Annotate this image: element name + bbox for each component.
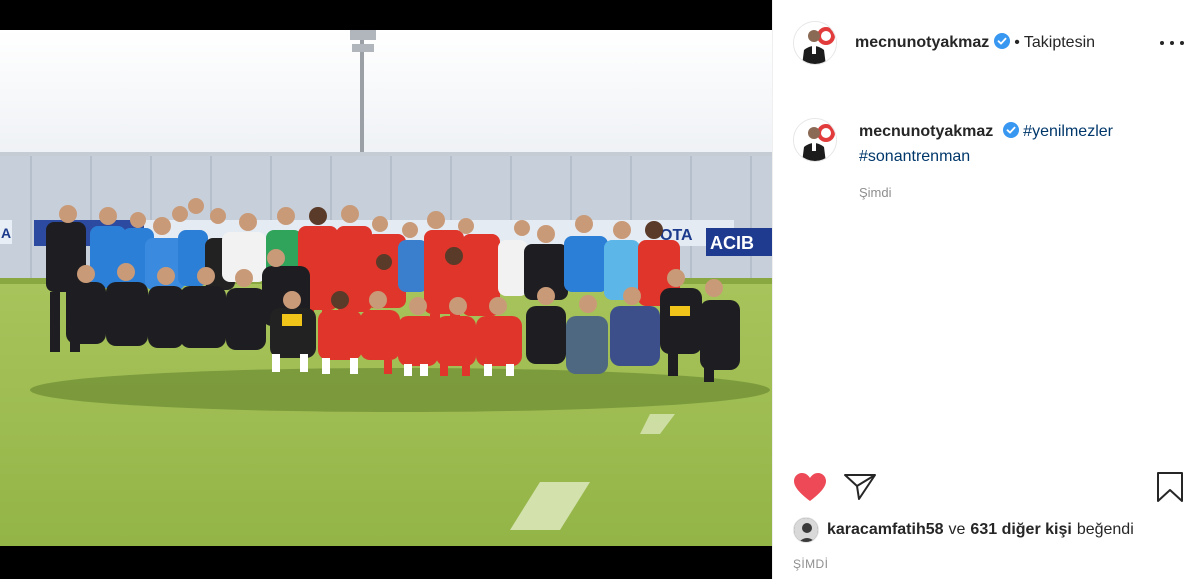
likes-summary: karacamfatih58 ve 631 diğer kişi beğendi — [793, 516, 1139, 544]
caption-timestamp: Şimdi — [859, 185, 892, 200]
separator-dot: • — [1014, 34, 1020, 51]
post-header: mecnunotyakmaz • Takiptesin — [773, 0, 1200, 86]
post-side-panel: mecnunotyakmaz • Takiptesin mecnunotyakm… — [772, 0, 1200, 579]
post-timestamp: ŞİMDİ — [793, 557, 829, 571]
post-photo[interactable]: A ΟΤΑ ACIB — [0, 30, 772, 546]
hashtag-link[interactable]: #yenilmezler — [1023, 123, 1113, 140]
liker-username[interactable]: karacamfatih58 — [827, 521, 944, 539]
avatar-image — [794, 119, 836, 161]
verified-badge-icon — [994, 32, 1011, 54]
likes-joiner: ve — [948, 521, 966, 538]
caption-text: mecnunotyakmaz #yenilmezler #sonantrenma… — [859, 120, 1113, 168]
bookmark-icon[interactable] — [1155, 471, 1185, 508]
post-caption: mecnunotyakmaz #yenilmezler #sonantrenma… — [793, 118, 1173, 168]
caption-author-avatar[interactable] — [793, 118, 837, 162]
banner-text-right: ACIB — [710, 233, 754, 253]
author-avatar[interactable] — [793, 21, 837, 65]
verified-badge-icon — [1002, 122, 1019, 145]
author-username[interactable]: mecnunotyakmaz — [855, 34, 989, 52]
team-photo-illustration: A ΟΤΑ ACIB — [0, 30, 772, 546]
liker-avatar[interactable] — [793, 517, 819, 543]
likes-count[interactable]: 631 diğer kişi — [970, 521, 1071, 539]
follow-status[interactable]: Takiptesin — [1024, 34, 1095, 52]
caption-username[interactable]: mecnunotyakmaz — [859, 123, 993, 140]
heart-icon[interactable] — [793, 472, 827, 507]
paper-plane-icon[interactable] — [843, 472, 877, 507]
post-media: A ΟΤΑ ACIB — [0, 0, 772, 579]
more-options-icon[interactable] — [1160, 36, 1184, 50]
hashtag-link[interactable]: #sonantrenman — [859, 148, 970, 165]
banner-text-left: A — [1, 225, 11, 241]
avatar-image — [794, 22, 836, 64]
likes-suffix: beğendi — [1076, 521, 1134, 538]
post-actions — [773, 464, 1200, 510]
